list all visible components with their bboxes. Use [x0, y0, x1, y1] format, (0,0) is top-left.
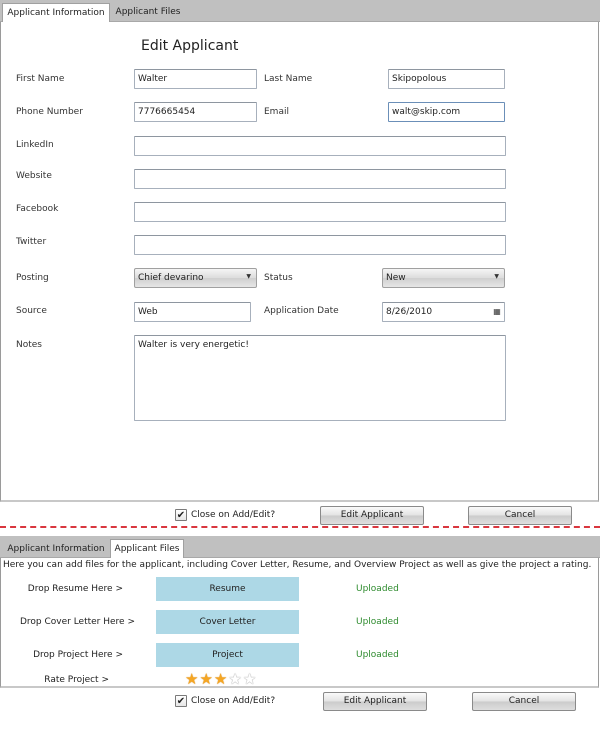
close-on-add-edit-checkbox[interactable]: ✔ Close on Add/Edit?	[175, 695, 275, 707]
tab-applicant-files[interactable]: Applicant Files	[110, 3, 186, 22]
linkedin-label: LinkedIn	[16, 140, 54, 150]
close-on-add-edit-label: Close on Add/Edit?	[191, 696, 276, 706]
status-selected-value: New	[386, 273, 406, 283]
applicant-files-panel: Here you can add files for the applicant…	[0, 558, 599, 688]
rate-project-label: Rate Project >	[44, 675, 109, 685]
drop-resume-label: Drop Resume Here >	[27, 584, 123, 594]
page-title: Edit Applicant	[141, 38, 239, 54]
edit-applicant-button[interactable]: Edit Applicant	[323, 692, 427, 711]
status-label: Status	[264, 273, 293, 283]
twitter-label: Twitter	[16, 237, 47, 247]
last-name-input[interactable]: Skipopolous	[388, 69, 505, 89]
star-filled-icon[interactable]: ★	[214, 672, 227, 687]
source-label: Source	[16, 306, 47, 316]
project-dropzone[interactable]: Project	[156, 643, 299, 667]
checkbox-box[interactable]: ✔	[175, 509, 187, 521]
bottom-tab-strip: Applicant Information Applicant Files	[0, 536, 600, 559]
application-date-value: 8/26/2010	[386, 307, 433, 317]
linkedin-input[interactable]	[134, 136, 506, 156]
tab-applicant-information[interactable]: Applicant Information	[2, 3, 110, 23]
dashed-divider	[0, 526, 600, 528]
applicant-information-panel: Edit Applicant First Name Walter Last Na…	[0, 22, 599, 502]
star-empty-icon[interactable]: ★	[228, 672, 241, 687]
first-name-label: First Name	[16, 74, 65, 84]
cover-letter-dropzone[interactable]: Cover Letter	[156, 610, 299, 634]
close-on-add-edit-checkbox[interactable]: ✔ Close on Add/Edit?	[175, 509, 275, 521]
notes-label: Notes	[16, 340, 42, 350]
source-input[interactable]: Web	[134, 302, 251, 322]
chevron-down-icon: ▼	[246, 273, 251, 280]
star-empty-icon[interactable]: ★	[243, 672, 256, 687]
top-tab-strip: Applicant Information Applicant Files	[0, 0, 600, 23]
resume-upload-status: Uploaded	[356, 584, 399, 594]
calendar-icon[interactable]: ▦	[492, 306, 502, 318]
edit-applicant-button[interactable]: Edit Applicant	[320, 506, 424, 525]
tab-applicant-files[interactable]: Applicant Files	[110, 539, 184, 559]
drop-cover-letter-label: Drop Cover Letter Here >	[19, 617, 135, 627]
cancel-button[interactable]: Cancel	[472, 692, 576, 711]
tab-applicant-information[interactable]: Applicant Information	[2, 540, 110, 558]
chevron-down-icon: ▼	[494, 273, 499, 280]
cover-letter-upload-status: Uploaded	[356, 617, 399, 627]
email-input[interactable]: walt@skip.com	[388, 102, 505, 122]
phone-number-input[interactable]: 7776665454	[134, 102, 257, 122]
website-input[interactable]	[134, 169, 506, 189]
drop-project-label: Drop Project Here >	[33, 650, 123, 660]
posting-select[interactable]: Chief devarino ▼	[134, 268, 257, 288]
cancel-button[interactable]: Cancel	[468, 506, 572, 525]
star-filled-icon[interactable]: ★	[185, 672, 198, 687]
application-date-picker[interactable]: 8/26/2010 ▦	[382, 302, 505, 322]
facebook-input[interactable]	[134, 202, 506, 222]
last-name-label: Last Name	[264, 74, 313, 84]
phone-number-label: Phone Number	[16, 107, 83, 117]
star-filled-icon[interactable]: ★	[199, 672, 212, 687]
first-name-input[interactable]: Walter	[134, 69, 257, 89]
notes-textarea[interactable]: Walter is very energetic!	[134, 335, 506, 421]
files-description: Here you can add files for the applicant…	[3, 560, 592, 570]
status-select[interactable]: New ▼	[382, 268, 505, 288]
checkbox-box[interactable]: ✔	[175, 695, 187, 707]
project-upload-status: Uploaded	[356, 650, 399, 660]
project-rating[interactable]: ★ ★ ★ ★ ★	[185, 672, 256, 687]
facebook-label: Facebook	[16, 204, 59, 214]
resume-dropzone[interactable]: Resume	[156, 577, 299, 601]
website-label: Website	[16, 171, 52, 181]
posting-label: Posting	[16, 273, 49, 283]
twitter-input[interactable]	[134, 235, 506, 255]
email-label: Email	[264, 107, 289, 117]
application-date-label: Application Date	[264, 306, 339, 316]
close-on-add-edit-label: Close on Add/Edit?	[191, 510, 276, 520]
posting-selected-value: Chief devarino	[138, 273, 204, 283]
